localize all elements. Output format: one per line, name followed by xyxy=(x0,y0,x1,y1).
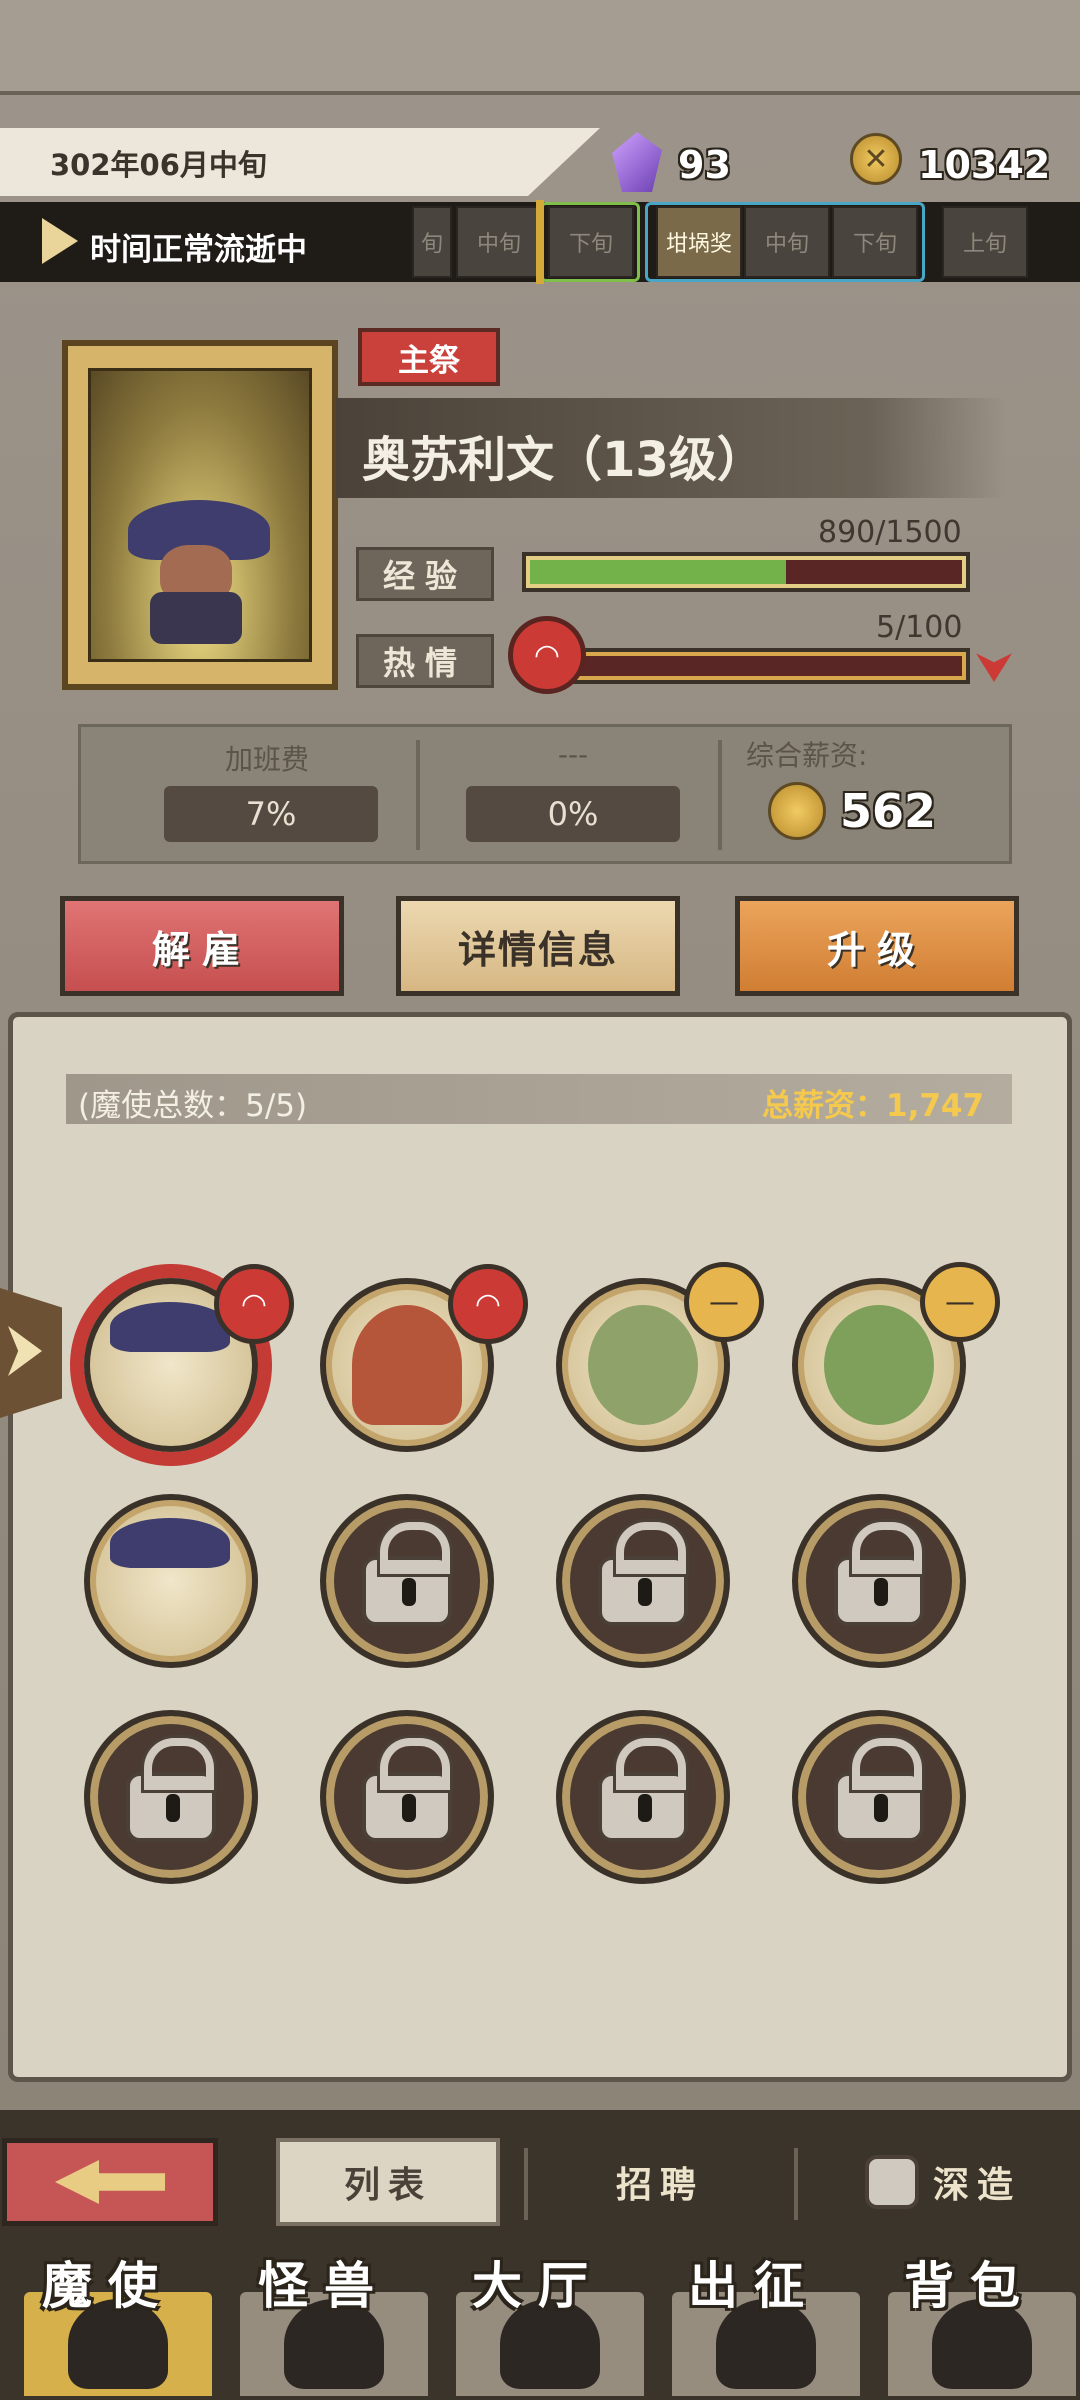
neutral-face-icon: — xyxy=(684,1262,764,1342)
exp-bar xyxy=(522,552,970,592)
details-button[interactable]: 详情信息 xyxy=(396,896,680,996)
avatar xyxy=(352,1305,462,1425)
back-arrow-icon xyxy=(55,2160,165,2204)
overtime-value: 7% xyxy=(164,786,378,842)
back-button[interactable] xyxy=(2,2138,218,2226)
lock-icon xyxy=(126,1738,216,1842)
game-date: 302年06月中旬 xyxy=(50,148,267,182)
nav-label: 大厅 xyxy=(472,2257,604,2315)
roster-total-pay: 总薪资：1,747 xyxy=(762,1088,985,1124)
crystal-count: 93 xyxy=(678,143,731,187)
overtime-title: 加班费 xyxy=(224,743,309,776)
timeline-slot: 中旬 xyxy=(456,206,542,278)
divider xyxy=(718,740,722,850)
timeline-marker xyxy=(536,200,544,284)
angry-face-icon: ◠ xyxy=(214,1264,294,1344)
lock-icon xyxy=(362,1738,452,1842)
tab-deep-study[interactable]: 深造 xyxy=(818,2138,1068,2226)
exp-value: 890/1500 xyxy=(818,515,962,550)
coin-count: 10342 xyxy=(918,143,1051,187)
total-salary-value: 562 xyxy=(840,784,937,838)
avatar xyxy=(824,1305,934,1425)
locked-slot[interactable] xyxy=(556,1494,730,1668)
neutral-face-icon: — xyxy=(920,1262,1000,1342)
coin-icon xyxy=(768,782,826,840)
avatar xyxy=(110,1302,230,1352)
coin-icon: ✕ xyxy=(850,133,902,185)
roster-count: (魔使总数：5/5) xyxy=(78,1088,308,1124)
upgrade-button[interactable]: 升级 xyxy=(735,896,1019,996)
top-frame xyxy=(0,0,1080,95)
tab-list[interactable]: 列表 xyxy=(276,2138,500,2226)
timeline-slot: 上旬 xyxy=(942,206,1028,278)
lock-icon xyxy=(834,1738,924,1842)
character-body xyxy=(150,592,242,644)
divider xyxy=(524,2148,528,2220)
angry-face-icon: ◠ xyxy=(448,1264,528,1344)
character-name: 奥苏利文（13级） xyxy=(362,432,765,488)
fire-button[interactable]: 解雇 xyxy=(60,896,344,996)
exp-label: 经验 xyxy=(356,547,494,601)
passion-label: 热情 xyxy=(356,634,494,688)
timeline-current-group xyxy=(540,202,640,282)
nav-label: 魔使 xyxy=(42,2257,174,2315)
roster-slot[interactable] xyxy=(84,1494,258,1668)
angry-face-icon: ◠ xyxy=(508,616,586,694)
tab-recruit[interactable]: 招聘 xyxy=(540,2138,780,2226)
unknown-title: --- xyxy=(557,738,589,771)
locked-slot[interactable] xyxy=(320,1710,494,1884)
locked-slot[interactable] xyxy=(84,1710,258,1884)
time-status: 时间正常流逝中 xyxy=(90,232,307,268)
nav-label: 出征 xyxy=(688,2257,820,2315)
lock-icon xyxy=(864,2155,919,2209)
passion-value: 5/100 xyxy=(876,610,963,645)
passion-bar xyxy=(560,648,970,684)
lock-icon xyxy=(834,1522,924,1626)
nav-label: 怪兽 xyxy=(258,2257,390,2315)
avatar xyxy=(588,1305,698,1425)
locked-slot[interactable] xyxy=(792,1710,966,1884)
divider xyxy=(794,2148,798,2220)
nav-label: 背包 xyxy=(904,2257,1036,2315)
timeline-slot: 旬 xyxy=(412,206,452,278)
avatar xyxy=(110,1518,230,1568)
locked-slot[interactable] xyxy=(792,1494,966,1668)
role-badge: 主祭 xyxy=(358,328,500,386)
divider xyxy=(416,740,420,850)
lock-icon xyxy=(598,1522,688,1626)
locked-slot[interactable] xyxy=(556,1710,730,1884)
tab-deep-study-label: 深造 xyxy=(932,2165,1021,2206)
timeline-next-group xyxy=(645,202,925,282)
exp-bar-fill xyxy=(530,560,787,584)
lock-icon xyxy=(362,1522,452,1626)
locked-slot[interactable] xyxy=(320,1494,494,1668)
unknown-value: 0% xyxy=(466,786,680,842)
lock-icon xyxy=(598,1738,688,1842)
total-salary-title: 综合薪资: xyxy=(746,739,868,772)
